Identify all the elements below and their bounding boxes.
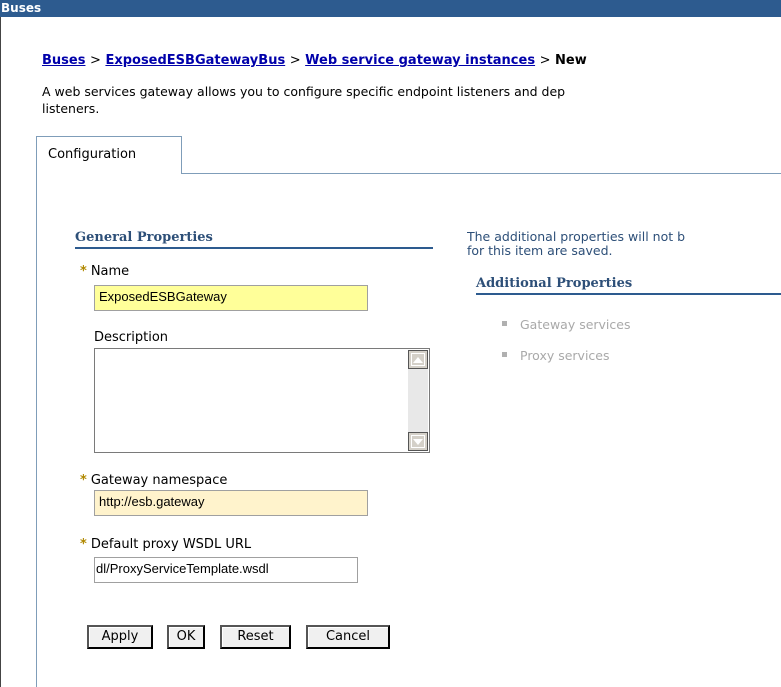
required-marker: * <box>80 264 87 279</box>
list-item-gateway-services: Gateway services <box>502 317 630 332</box>
window-title: Buses <box>0 0 781 17</box>
page-description: A web services gateway allows you to con… <box>42 84 566 116</box>
name-input[interactable]: ExposedESBGateway <box>94 285 368 311</box>
window-left-border <box>0 17 1 687</box>
wsdl-label: * Default proxy WSDL URL <box>80 537 252 552</box>
triangle-down-icon <box>411 435 425 448</box>
scroll-up-button[interactable] <box>408 350 428 369</box>
breadcrumb-separator: > <box>539 53 551 68</box>
additional-properties-heading: Additional Properties <box>476 276 781 295</box>
description-scrollbar[interactable] <box>408 350 428 451</box>
description-textarea[interactable] <box>94 348 430 453</box>
breadcrumb-link-bus[interactable]: ExposedESBGatewayBus <box>105 53 285 68</box>
reset-button[interactable]: Reset <box>220 625 291 649</box>
general-properties-heading: General Properties <box>75 230 433 249</box>
default-proxy-wsdl-url-input[interactable]: dl/ProxyServiceTemplate.wsdl <box>94 557 358 583</box>
triangle-up-icon <box>411 353 425 366</box>
square-bullet-icon <box>502 352 507 357</box>
ok-button[interactable]: OK <box>167 625 205 649</box>
required-marker: * <box>80 537 87 552</box>
cancel-button[interactable]: Cancel <box>306 625 390 649</box>
scroll-down-button[interactable] <box>408 432 428 451</box>
description-label: Description <box>94 330 169 345</box>
gateway-namespace-input[interactable]: http://esb.gateway <box>94 490 368 516</box>
list-item-proxy-services: Proxy services <box>502 348 610 363</box>
required-marker: * <box>80 473 87 488</box>
breadcrumb-separator: > <box>289 53 301 68</box>
breadcrumb: Buses > ExposedESBGatewayBus > Web servi… <box>42 53 587 68</box>
namespace-label: * Gateway namespace <box>80 473 228 488</box>
breadcrumb-link-gateway-instances[interactable]: Web service gateway instances <box>305 53 535 68</box>
square-bullet-icon <box>502 321 507 326</box>
tab-divider <box>182 173 781 174</box>
breadcrumb-separator: > <box>90 53 101 68</box>
additional-properties-note: The additional properties will not b for… <box>467 230 686 258</box>
panel-border <box>36 173 37 687</box>
breadcrumb-link-buses[interactable]: Buses <box>42 53 85 68</box>
name-label: * Name <box>80 264 130 279</box>
tab-configuration[interactable]: Configuration <box>36 136 182 174</box>
breadcrumb-current: New <box>555 53 587 68</box>
apply-button[interactable]: Apply <box>87 625 153 649</box>
